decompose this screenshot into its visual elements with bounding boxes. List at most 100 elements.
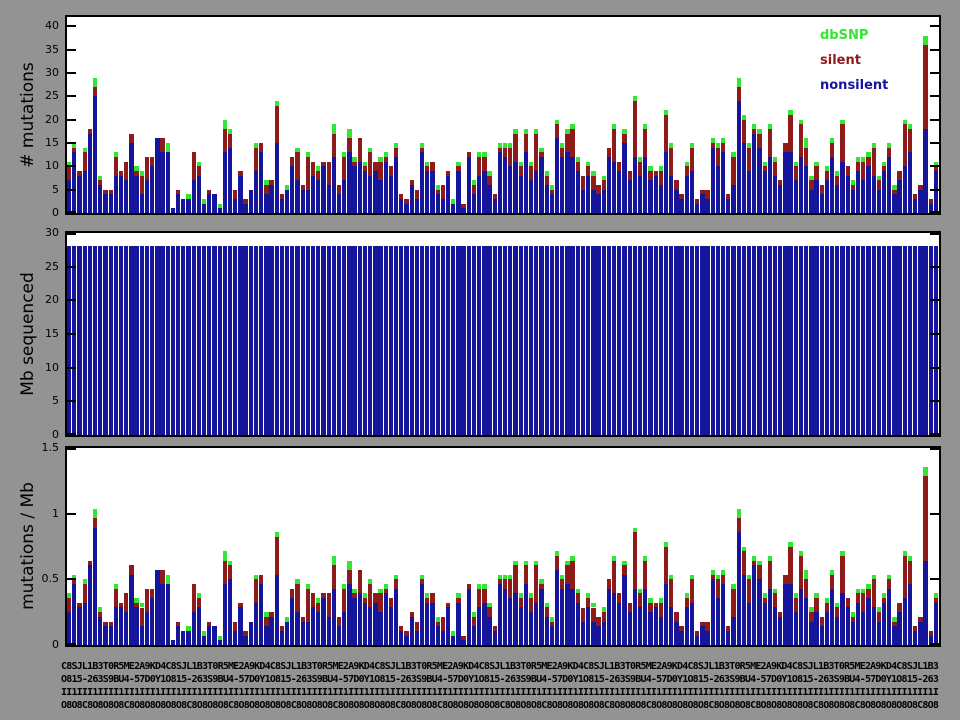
bar-segment-silent — [254, 148, 258, 171]
bar-segment-nonsilent — [529, 180, 533, 213]
bar-segment-mb — [664, 246, 668, 435]
bar-segment-dbSNP — [633, 528, 637, 533]
bar-segment-dbSNP — [840, 551, 844, 556]
bar-segment-silent — [269, 180, 273, 185]
bar-segment-dbSNP — [114, 584, 118, 589]
bar-segment-nonsilent — [913, 199, 917, 213]
bar-segment-nonsilent — [410, 185, 414, 213]
bar-segment-mb — [228, 246, 232, 435]
bar-segment-silent — [160, 138, 164, 152]
bar-segment-mb — [840, 246, 844, 435]
bar-segment-nonsilent — [804, 598, 808, 645]
bar-segment-dbSNP — [275, 532, 279, 537]
bar-segment-nonsilent — [596, 626, 600, 645]
bar-segment-dbSNP — [425, 593, 429, 598]
bar-segment-mb — [436, 246, 440, 435]
bar-segment-nonsilent — [332, 157, 336, 213]
bar-segment-nonsilent — [576, 171, 580, 213]
bar-segment-nonsilent — [825, 612, 829, 645]
bar-segment-mb — [109, 246, 113, 435]
bar-segment-mb — [529, 246, 533, 435]
bar-segment-silent — [337, 185, 341, 194]
bar-segment-silent — [290, 157, 294, 166]
bar-segment-nonsilent — [565, 584, 569, 645]
bar-segment-mb — [545, 246, 549, 435]
bar-segment-dbSNP — [487, 603, 491, 608]
bar-segment-silent — [799, 556, 803, 589]
y-axis-label-mutations: # mutations — [18, 62, 38, 168]
bar-segment-nonsilent — [752, 565, 756, 645]
bar-segment-nonsilent — [783, 152, 787, 213]
bar-segment-dbSNP — [456, 162, 460, 167]
bar-segment-dbSNP — [903, 551, 907, 556]
bar-segment-dbSNP — [570, 124, 574, 129]
bar-segment-nonsilent — [482, 171, 486, 213]
bar-segment-dbSNP — [669, 575, 673, 580]
bar-segment-nonsilent — [238, 176, 242, 213]
bar-segment-mb — [908, 246, 912, 435]
y-tick — [67, 333, 76, 335]
bar-segment-nonsilent — [472, 194, 476, 213]
bar-segment-dbSNP — [306, 584, 310, 589]
bar-segment-mb — [202, 246, 206, 435]
bar-segment-silent — [223, 129, 227, 152]
bar-segment-dbSNP — [731, 584, 735, 589]
bar-segment-nonsilent — [747, 603, 751, 645]
bar-segment-dbSNP — [622, 561, 626, 566]
bar-segment-dbSNP — [804, 570, 808, 579]
bar-segment-nonsilent — [218, 640, 222, 645]
bar-segment-silent — [612, 561, 616, 594]
bar-segment-silent — [519, 166, 523, 175]
bar-segment-mb — [197, 246, 201, 435]
bar-segment-silent — [311, 593, 315, 607]
bar-segment-nonsilent — [160, 152, 164, 213]
bar-segment-nonsilent — [903, 598, 907, 645]
bar-segment-nonsilent — [218, 208, 222, 213]
bar-segment-nonsilent — [467, 157, 471, 213]
x-axis-label-row: C8SJL1B3T0R5ME2A9KD4C8SJL1B3T0R5ME2A9KD4… — [61, 660, 955, 673]
bar-segment-nonsilent — [539, 157, 543, 213]
bar-segment-silent — [342, 157, 346, 180]
bar-segment-mb — [254, 246, 258, 435]
bar-segment-nonsilent — [254, 171, 258, 213]
bar-segment-silent — [114, 589, 118, 608]
bar-segment-nonsilent — [628, 612, 632, 645]
bar-segment-dbSNP — [202, 631, 206, 636]
bar-segment-dbSNP — [264, 180, 268, 185]
bar-segment-nonsilent — [586, 607, 590, 645]
bar-segment-dbSNP — [332, 124, 336, 133]
bar-segment-mb — [410, 246, 414, 435]
bar-segment-nonsilent — [700, 194, 704, 213]
bar-segment-silent — [716, 579, 720, 598]
bar-segment-mb — [721, 246, 725, 435]
bar-segment-silent — [430, 593, 434, 602]
bar-segment-dbSNP — [908, 124, 912, 129]
bar-segment-nonsilent — [202, 204, 206, 213]
bar-segment-silent — [316, 603, 320, 612]
bar-segment-silent — [654, 603, 658, 608]
bar-segment-mb — [467, 246, 471, 435]
x-axis-sample-labels: C8SJL1B3T0R5ME2A9KD4C8SJL1B3T0R5ME2A9KD4… — [61, 660, 955, 716]
bar-segment-mb — [280, 246, 284, 435]
bar-segment-mb — [150, 246, 154, 435]
bar-segment-nonsilent — [705, 631, 709, 645]
bar-segment-nonsilent — [269, 185, 273, 213]
bar-segment-nonsilent — [690, 603, 694, 645]
bar-segment-nonsilent — [778, 617, 782, 645]
bar-segment-mb — [705, 246, 709, 435]
bar-segment-nonsilent — [363, 603, 367, 645]
y-tick — [67, 49, 76, 51]
bar-segment-silent — [394, 148, 398, 157]
bar-segment-silent — [254, 579, 258, 602]
bar-segment-mb — [145, 246, 149, 435]
bar-segment-dbSNP — [347, 561, 351, 570]
bar-segment-nonsilent — [114, 176, 118, 213]
bar-segment-nonsilent — [311, 607, 315, 645]
bar-segment-silent — [223, 561, 227, 584]
bar-segment-nonsilent — [778, 185, 782, 213]
y-tick — [67, 211, 76, 213]
bar-segment-silent — [67, 166, 71, 180]
bar-segment-nonsilent — [840, 593, 844, 645]
bar-segment-dbSNP — [788, 542, 792, 547]
bar-segment-mb — [711, 246, 715, 435]
